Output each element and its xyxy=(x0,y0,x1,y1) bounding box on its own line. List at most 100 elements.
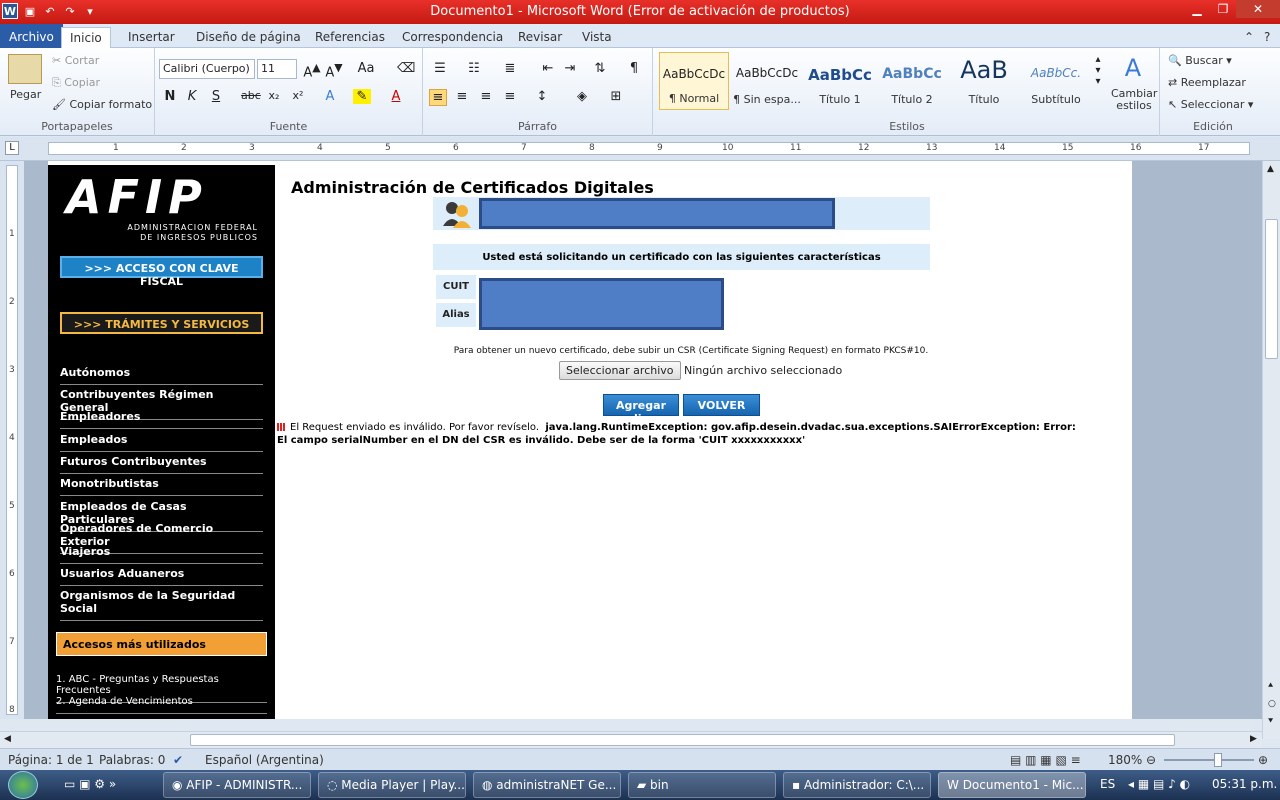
ruler-number: 11 xyxy=(790,143,802,153)
align-center-icon[interactable]: ≡ xyxy=(453,89,471,104)
tab-archivo[interactable]: Archivo xyxy=(0,24,63,48)
change-styles-icon[interactable]: A xyxy=(1113,54,1153,82)
quicklaunch-icons[interactable]: ▭ ▣ ⚙ » xyxy=(64,777,116,791)
scroll-up-icon[interactable]: ▲ xyxy=(1267,164,1274,174)
start-button[interactable] xyxy=(8,771,38,799)
align-right-icon[interactable]: ≡ xyxy=(477,89,495,104)
style-titulo-1[interactable]: AaBbCc Título 1 xyxy=(805,52,875,110)
style-titulo[interactable]: AaB Título xyxy=(949,52,1019,110)
find-button[interactable]: 🔍 Buscar ▾ xyxy=(1168,54,1232,67)
format-painter-button[interactable]: 🖌 Copiar formato xyxy=(52,98,152,111)
taskbar-item[interactable]: ▰ bin xyxy=(628,772,776,798)
tab-insertar[interactable]: Insertar xyxy=(120,27,183,48)
taskbar-item[interactable]: ◍ administraNET Ge... xyxy=(473,772,621,798)
maximize-button[interactable]: ❐ xyxy=(1210,0,1236,18)
style-sin-espaciado[interactable]: AaBbCcDc ¶ Sin espa... xyxy=(732,52,802,110)
close-button[interactable]: ✕ xyxy=(1236,0,1280,18)
redacted-fields-box xyxy=(479,278,724,330)
tab-diseno-pagina[interactable]: Diseño de página xyxy=(188,27,309,48)
italic-icon[interactable]: K xyxy=(183,89,201,104)
underline-icon[interactable]: S xyxy=(207,89,225,104)
zoom-slider-thumb[interactable] xyxy=(1214,753,1222,767)
tab-referencias[interactable]: Referencias xyxy=(307,27,393,48)
text-effects-icon[interactable]: A xyxy=(321,89,339,104)
change-case-icon[interactable]: Aa xyxy=(357,61,375,76)
paste-button[interactable]: Pegar xyxy=(10,88,41,101)
zoom-in-icon[interactable]: ⊕ xyxy=(1258,753,1268,767)
horizontal-ruler[interactable]: L 1 2 3 4 5 6 7 8 9 10 11 12 13 14 15 16… xyxy=(0,137,1280,161)
horizontal-scrollbar[interactable]: ◀ ▶ xyxy=(0,731,1262,748)
user-bar xyxy=(433,197,930,230)
multilevel-list-icon[interactable]: ≣ xyxy=(501,61,519,76)
decrease-indent-icon[interactable]: ⇤ xyxy=(539,61,557,76)
copy-button[interactable]: ⎘ Copiar xyxy=(52,76,100,90)
bullets-icon[interactable]: ☰ xyxy=(431,61,449,76)
browse-object-icon[interactable]: ○ xyxy=(1268,699,1276,709)
line-spacing-icon[interactable]: ↕ xyxy=(533,89,551,104)
previous-page-icon[interactable]: ⯅ xyxy=(1267,681,1274,691)
vertical-scrollbar[interactable]: ▲ ⯅ ○ ⯆ xyxy=(1262,161,1280,739)
font-family-select[interactable]: Calibri (Cuerpo) xyxy=(159,59,255,79)
tab-selector-icon[interactable]: L xyxy=(5,141,19,155)
view-buttons[interactable]: ▤ ▥ ▦ ▧ ≡ xyxy=(1010,753,1081,767)
style-titulo-2[interactable]: AaBbCc Título 2 xyxy=(877,52,947,110)
cut-button[interactable]: ✂ Cortar xyxy=(52,54,99,67)
shading-icon[interactable]: ◈ xyxy=(573,89,591,104)
superscript-icon[interactable]: x² xyxy=(289,89,307,102)
acceso-item: 2. Agenda de Vencimientos xyxy=(56,696,267,714)
change-styles-button[interactable]: Cambiar estilos xyxy=(1111,88,1157,112)
scroll-thumb[interactable] xyxy=(1265,219,1278,359)
scroll-thumb[interactable] xyxy=(190,734,1175,746)
sort-icon[interactable]: ⇅ xyxy=(591,61,609,76)
font-size-select[interactable]: 11 xyxy=(257,59,297,79)
strikethrough-icon[interactable]: abc xyxy=(241,89,261,102)
page-count[interactable]: Página: 1 de 1 xyxy=(8,753,94,767)
shrink-font-icon[interactable]: A▼ xyxy=(325,61,343,80)
taskbar-item[interactable]: ▪ Administrador: C:\... xyxy=(783,772,931,798)
subscript-icon[interactable]: x₂ xyxy=(265,89,283,102)
clock[interactable]: 05:31 p.m. xyxy=(1212,777,1277,791)
ruler-number: 5 xyxy=(9,501,15,511)
language-indicator[interactable]: Español (Argentina) xyxy=(205,753,324,767)
group-portapapeles: Pegar ✂ Cortar ⎘ Copiar 🖌 Copiar formato… xyxy=(0,48,155,136)
increase-indent-icon[interactable]: ⇥ xyxy=(561,61,579,76)
help-icon[interactable]: ? xyxy=(1256,27,1278,48)
proofing-icon[interactable]: ✔ xyxy=(173,753,183,767)
zoom-level[interactable]: 180% xyxy=(1108,753,1142,767)
borders-icon[interactable]: ⊞ xyxy=(607,89,625,104)
ruler-number: 2 xyxy=(9,297,15,307)
styles-scroll-icon[interactable]: ▴ ▾ ▾ xyxy=(1089,54,1107,87)
bold-icon[interactable]: N xyxy=(161,89,179,104)
style-subtitulo[interactable]: AaBbCc. Subtítulo xyxy=(1021,52,1091,110)
tab-vista[interactable]: Vista xyxy=(574,27,620,48)
numbering-icon[interactable]: ☷ xyxy=(465,61,483,76)
style-normal[interactable]: AaBbCcDc ¶ Normal xyxy=(659,52,729,110)
align-left-icon[interactable]: ≡ xyxy=(429,89,447,106)
next-page-icon[interactable]: ⯆ xyxy=(1267,717,1274,727)
replace-button[interactable]: ⇄ Reemplazar xyxy=(1168,76,1246,89)
scroll-right-icon[interactable]: ▶ xyxy=(1250,734,1257,744)
grow-font-icon[interactable]: A▲ xyxy=(303,61,321,80)
highlight-icon[interactable]: ✎ xyxy=(353,89,371,104)
minimize-button[interactable]: ▁ xyxy=(1184,0,1210,18)
taskbar-item-active[interactable]: W Documento1 - Mic... xyxy=(938,772,1086,798)
zoom-slider[interactable] xyxy=(1164,759,1254,761)
word-count[interactable]: Palabras: 0 xyxy=(99,753,165,767)
document-page[interactable]: AFIP ADMINISTRACION FEDERAL DE INGRESOS … xyxy=(48,161,1132,719)
tray-icons[interactable]: ◂ ▦ ▤ ♪ ◐ xyxy=(1128,777,1190,791)
scroll-left-icon[interactable]: ◀ xyxy=(4,734,11,744)
tab-correspondencia[interactable]: Correspondencia xyxy=(394,27,511,48)
tab-revisar[interactable]: Revisar xyxy=(510,27,570,48)
paste-icon[interactable] xyxy=(8,54,42,84)
show-marks-icon[interactable]: ¶ xyxy=(625,61,643,76)
justify-icon[interactable]: ≡ xyxy=(501,89,519,104)
select-button[interactable]: ↖ Seleccionar ▾ xyxy=(1168,98,1253,111)
tab-inicio[interactable]: Inicio xyxy=(61,27,111,48)
font-color-icon[interactable]: A xyxy=(387,89,405,104)
vertical-ruler[interactable]: 1 2 3 4 5 6 7 8 xyxy=(0,161,24,719)
taskbar-item[interactable]: ◉ AFIP - ADMINISTR... xyxy=(163,772,311,798)
zoom-out-icon[interactable]: ⊖ xyxy=(1146,753,1156,767)
clear-format-icon[interactable]: ⌫ xyxy=(397,61,415,76)
language-bar[interactable]: ES xyxy=(1100,777,1115,791)
taskbar-item[interactable]: ◌ Media Player | Play... xyxy=(318,772,466,798)
